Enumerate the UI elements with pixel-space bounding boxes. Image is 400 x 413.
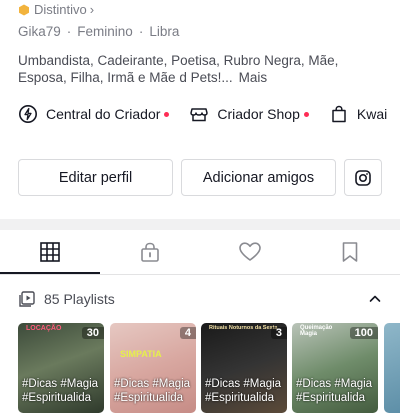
lock-icon [141,242,159,262]
tab-videos[interactable] [0,230,100,274]
playlist-caption: #Dicas #Magia #Espiritualida [114,377,196,405]
link-label: Central do Criador [46,106,161,122]
zodiac-sign: Libra [149,24,180,39]
card-thumbnail-title: Rituais Noturnos da Sexta [209,325,278,331]
chevron-right-icon: › [89,2,95,17]
section-divider [0,219,400,230]
playlist-caption: #Dicas #Magia #Espiritualida [205,377,287,405]
bio-line: Esposa, Filha, Irmã e Mãe d Pets!... [18,70,233,85]
tab-private[interactable] [100,230,200,274]
notification-dot [164,111,170,117]
caption-line: #Dicas #Magia [296,378,373,390]
meta-separator: · [138,24,144,39]
heart-icon [239,242,261,261]
shop-icon [190,108,209,122]
playlists-count: 85 Playlists [44,291,115,307]
card-thumbnail-title: Queimação Magia [300,325,333,337]
video-count: 4 [179,327,196,339]
bio: Umbandista, Cadeirante, Poetisa, Rubro N… [18,52,378,86]
content-tabs [0,230,400,275]
bag-icon [332,105,346,123]
meta-separator: · [66,24,72,39]
caption-line: #Espiritualida [205,392,275,404]
playlists-header[interactable]: 85 Playlists [18,290,382,308]
username: Gika79 [18,24,61,39]
creator-center-link[interactable]: Central do Criador [18,104,170,124]
instagram-button[interactable] [344,159,382,196]
chevron-up-icon[interactable] [368,292,382,306]
profile-meta: Gika79 · Feminino · Libra [18,24,179,39]
link-label: Kwai [356,106,388,122]
caption-line: #Dicas #Magia [22,378,99,390]
video-count: 100 [349,327,378,339]
caption-line: #Dicas #Magia [205,378,282,390]
notification-dot [303,111,309,117]
add-friends-button[interactable]: Adicionar amigos [181,159,336,196]
grid-icon [40,242,60,262]
video-count: 3 [270,327,287,339]
link-label: Criador Shop [217,106,300,122]
badge-row[interactable]: Distintivo › [18,2,94,17]
tab-liked[interactable] [200,230,300,274]
badge-icon [19,4,29,15]
caption-line: #Espiritualida [114,392,184,404]
caption-line: #Espiritualida [296,392,366,404]
card-thumbnail-title: LOCAÇÃO [26,325,62,332]
card-thumbnail-title: SIMPATIA [120,349,162,359]
video-count: 30 [81,327,104,339]
edit-profile-button[interactable]: Editar perfil [18,159,173,196]
playlist-icon [19,291,35,307]
kwai-link[interactable]: Kwai [329,104,387,124]
playlist-caption: #Dicas #Magia #Espiritualida [296,377,378,405]
playlist-caption: #Dicas #Magia #Espiritualida [22,377,104,405]
bio-more-link[interactable]: Mais [239,70,268,85]
bio-line: Umbandista, Cadeirante, Poetisa, Rubro N… [18,53,339,68]
caption-line: #Dicas #Magia [114,378,191,390]
tab-saved[interactable] [300,230,400,274]
instagram-icon [355,169,371,186]
bookmark-icon [342,242,358,262]
gender: Feminino [77,24,133,39]
creator-shop-link[interactable]: Criador Shop [189,104,309,124]
bulb-icon [19,105,37,123]
creator-links: Central do Criador Criador Shop Kwai [18,104,400,124]
caption-line: #Espiritualida [22,392,92,404]
badge-label: Distintivo [34,2,87,17]
active-tab-indicator [0,272,100,274]
